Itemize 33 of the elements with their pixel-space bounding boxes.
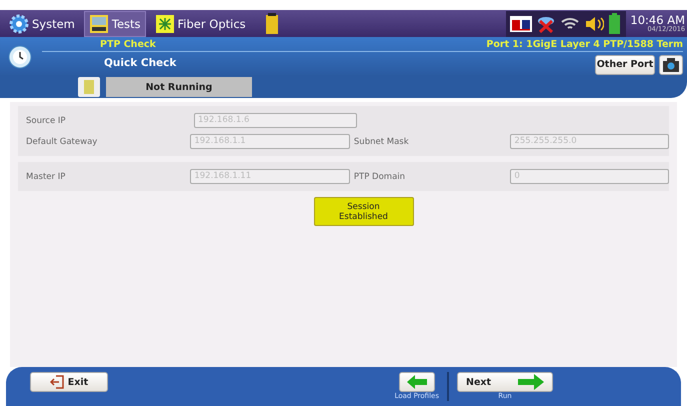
clock-time: 10:46 AM	[630, 14, 685, 26]
right-arrow-icon	[518, 374, 544, 390]
next-button[interactable]: Next	[457, 372, 553, 392]
field-label: Subnet Mask	[352, 136, 410, 146]
top-tab[interactable]: Tests	[84, 10, 146, 36]
exit-icon	[50, 375, 64, 389]
left-arrow-icon	[406, 375, 427, 389]
other-port-button[interactable]: Other Port	[595, 54, 655, 74]
run-status: Not Running	[106, 77, 252, 97]
top-tab[interactable]: Fiber Optics	[150, 10, 251, 36]
camera-icon	[663, 58, 679, 72]
battery-icon	[608, 12, 622, 34]
battery-icon	[264, 12, 279, 34]
camera-button[interactable]	[659, 54, 683, 74]
top-tab[interactable]: System	[4, 10, 80, 36]
flag-icon	[78, 77, 100, 97]
clock-icon	[8, 44, 32, 68]
field-label: Master IP	[25, 172, 66, 182]
back-button[interactable]	[398, 372, 435, 392]
port-title: Port 1: 1GigE Layer 4 PTP/1588 Term	[486, 38, 683, 50]
test-set-icon	[88, 14, 109, 34]
cloud-x-icon	[536, 14, 556, 32]
mode-title: Quick Check	[104, 57, 178, 69]
field-label: Default Gateway	[25, 136, 98, 146]
starburst-icon	[154, 14, 175, 34]
speaker-icon	[584, 16, 604, 32]
gear-icon	[9, 14, 29, 34]
field-label: Source IP	[25, 116, 67, 126]
test-title: PTP Check	[100, 38, 156, 50]
exit-button[interactable]: Exit	[30, 372, 108, 392]
field-label: PTP Domain	[352, 172, 406, 182]
wifi-icon	[560, 16, 580, 32]
session-status: Session Established	[314, 197, 414, 226]
